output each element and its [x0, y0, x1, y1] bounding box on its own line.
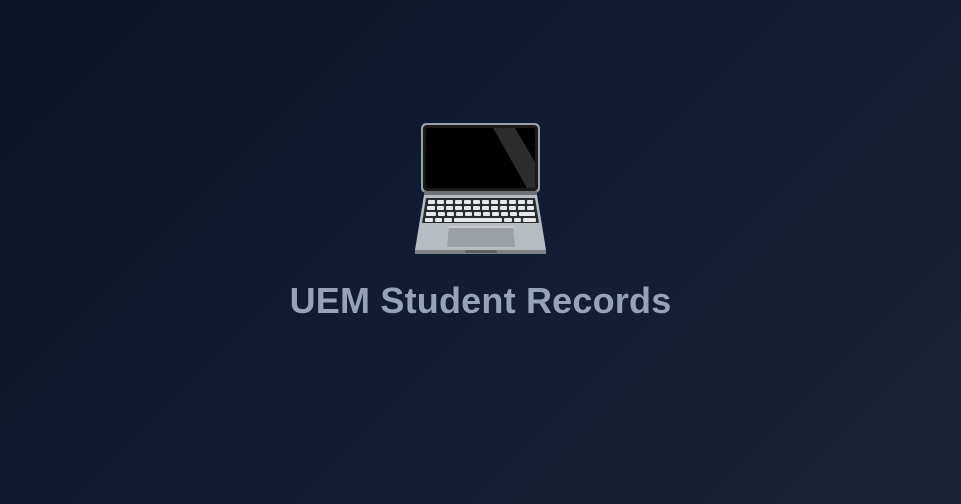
app-title: UEM Student Records	[289, 280, 672, 321]
laptop-icon	[415, 122, 547, 256]
splash-screen: UEM Student Records	[0, 0, 961, 504]
